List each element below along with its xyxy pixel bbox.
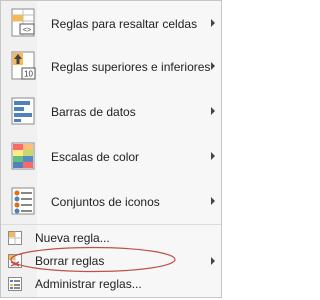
- chevron-right-icon: [211, 257, 215, 265]
- menu-item-label: Escalas de color: [51, 150, 140, 164]
- menu-item-icon-sets[interactable]: Conjuntos de iconos: [1, 181, 221, 223]
- highlight-icon-glyph: <>: [23, 27, 31, 34]
- manage-rules-icon: [8, 277, 22, 291]
- icon-sets-icon: [11, 187, 35, 215]
- menu-item-label: Conjuntos de iconos: [51, 195, 160, 209]
- menu-item-top-bottom-rules[interactable]: 10 Reglas superiores e inferiores: [1, 46, 221, 88]
- menu-item-label: Administrar reglas...: [35, 277, 142, 291]
- top-bottom-rules-icon: 10: [11, 51, 36, 80]
- menu-item-new-rule[interactable]: Nueva regla...: [1, 227, 221, 249]
- chevron-right-icon: [211, 197, 215, 205]
- highlight-cells-rules-icon: <>: [11, 8, 35, 37]
- data-bars-icon: [11, 97, 35, 125]
- chevron-right-icon: [211, 152, 215, 160]
- menu-item-highlight-cells-rules[interactable]: <> Reglas para resaltar celdas: [1, 3, 221, 43]
- menu-item-color-scales[interactable]: Escalas de color: [1, 136, 221, 178]
- menu-item-label: Nueva regla...: [35, 231, 110, 245]
- menu-item-label: Barras de datos: [51, 105, 136, 119]
- new-rule-icon: [8, 231, 22, 245]
- menu-item-manage-rules[interactable]: Administrar reglas...: [1, 273, 221, 295]
- menu-item-label: Reglas superiores e inferiores: [51, 60, 211, 74]
- menu-item-clear-rules[interactable]: Borrar reglas: [1, 250, 221, 272]
- menu-item-label: Reglas para resaltar celdas: [51, 17, 198, 31]
- menu-item-data-bars[interactable]: Barras de datos: [1, 91, 221, 133]
- chevron-right-icon: [211, 19, 215, 27]
- chevron-right-icon: [211, 107, 215, 115]
- menu-item-label: Borrar reglas: [35, 254, 105, 268]
- conditional-formatting-menu: <> Reglas para resaltar celdas 10 Reglas…: [0, 0, 222, 298]
- clear-rules-icon: [8, 254, 22, 268]
- menu-divider: [1, 224, 221, 225]
- top-rules-icon-number: 10: [24, 70, 33, 79]
- color-scales-icon: [11, 142, 35, 170]
- chevron-right-icon: [211, 62, 215, 70]
